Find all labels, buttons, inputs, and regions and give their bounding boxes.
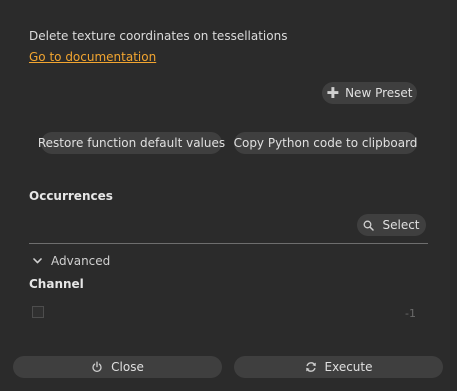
new-preset-button[interactable]: ✚ New Preset: [322, 82, 417, 104]
search-icon: [364, 220, 375, 231]
function-description: Delete texture coordinates on tessellati…: [29, 29, 288, 43]
new-preset-label: New Preset: [345, 86, 413, 100]
occurrences-title: Occurrences: [29, 189, 113, 203]
section-divider: [29, 243, 428, 244]
select-label: Select: [382, 218, 420, 232]
copy-python-label: Copy Python code to clipboard: [233, 136, 418, 150]
execute-label: Execute: [324, 360, 373, 374]
documentation-link[interactable]: Go to documentation: [29, 50, 156, 64]
close-label: Close: [111, 360, 144, 374]
copy-python-button[interactable]: Copy Python code to clipboard: [234, 132, 417, 154]
advanced-label: Advanced: [51, 254, 111, 268]
restore-defaults-label: Restore function default values: [37, 136, 226, 150]
power-icon: [92, 361, 102, 373]
plus-icon: ✚: [326, 83, 340, 102]
execute-button[interactable]: Execute: [234, 356, 443, 378]
channel-checkbox[interactable]: [32, 306, 44, 318]
close-button[interactable]: Close: [13, 356, 222, 378]
chevron-down-icon: [33, 258, 42, 264]
restore-defaults-button[interactable]: Restore function default values: [37, 132, 226, 154]
channel-title: Channel: [29, 277, 84, 291]
channel-value: -1: [405, 307, 416, 320]
function-dialog: Delete texture coordinates on tessellati…: [0, 0, 457, 391]
advanced-toggle[interactable]: Advanced: [33, 254, 110, 268]
refresh-icon: [305, 362, 316, 372]
select-occurrences-button[interactable]: Select: [357, 214, 426, 236]
